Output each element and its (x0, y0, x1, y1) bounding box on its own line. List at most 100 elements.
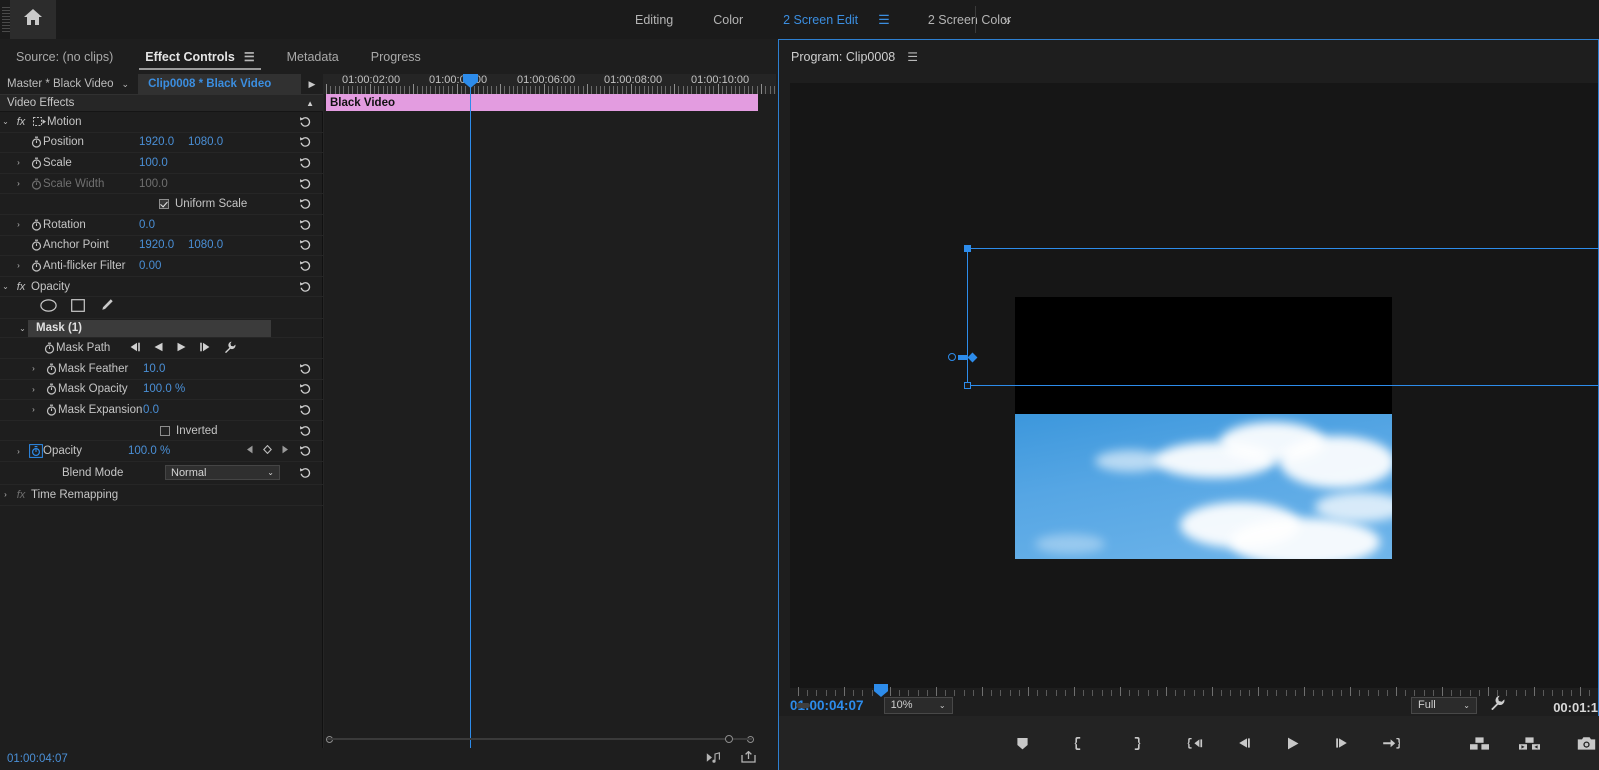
anchor-diamond-icon[interactable] (967, 352, 978, 362)
mark-in-button[interactable] (1064, 728, 1094, 758)
twirl-icon[interactable]: › (13, 158, 24, 167)
row-anchor-point[interactable]: Anchor Point 1920.0 1080.0 (0, 236, 323, 257)
scale-width-value[interactable]: 100.0 (139, 178, 168, 190)
panel-menu-icon[interactable]: ☰ (907, 50, 918, 64)
zoom-bar-handle[interactable] (796, 703, 810, 708)
previous-keyframe-icon[interactable] (246, 445, 254, 457)
reset-button[interactable] (299, 116, 312, 127)
reset-button[interactable] (299, 281, 312, 292)
pen-mask-icon[interactable] (99, 298, 114, 318)
add-keyframe-icon[interactable] (263, 444, 272, 457)
row-mask-opacity[interactable]: › Mask Opacity 100.0 % (0, 380, 323, 401)
row-mask-expansion[interactable]: › Mask Expansion 0.0 (0, 400, 323, 421)
track-backward-icon[interactable] (153, 342, 164, 355)
row-scale-width[interactable]: › Scale Width 100.0 (0, 174, 323, 195)
twirl-icon[interactable]: › (28, 364, 39, 373)
reset-button[interactable] (299, 178, 312, 189)
reset-button[interactable] (299, 363, 312, 374)
reset-button[interactable] (299, 384, 312, 395)
twirl-icon[interactable]: › (0, 490, 11, 499)
export-frame-button[interactable] (1571, 728, 1599, 758)
export-frame-icon[interactable] (741, 750, 756, 768)
collapse-caret-icon[interactable]: ▲ (306, 99, 314, 108)
video-effects-header[interactable]: Video Effects ▲ (0, 94, 323, 112)
row-uniform-scale[interactable]: Uniform Scale (0, 194, 323, 215)
reset-button[interactable] (299, 446, 312, 457)
twirl-icon[interactable]: › (13, 261, 24, 270)
footer-timecode[interactable]: 01:00:04:07 (0, 753, 68, 765)
mask-feather-value[interactable]: 10.0 (143, 363, 165, 375)
horizontal-scrollbar[interactable] (327, 735, 752, 744)
workspace-tab-2-screen-edit[interactable]: 2 Screen Edit (763, 0, 878, 39)
blend-mode-select[interactable]: Normal ⌄ (165, 465, 280, 481)
row-mask-feather[interactable]: › Mask Feather 10.0 (0, 359, 323, 380)
mask-label[interactable]: Mask (1) (28, 319, 271, 337)
row-position[interactable]: Position 1920.0 1080.0 (0, 133, 323, 154)
twirl-icon[interactable]: › (13, 447, 24, 456)
panel-menu-icon[interactable]: ☰ (244, 50, 255, 64)
twirl-icon[interactable]: ⌄ (0, 117, 11, 126)
add-marker-button[interactable] (1007, 728, 1037, 758)
workspace-menu-icon[interactable]: ☰ (878, 0, 908, 39)
anchor-circle-icon[interactable] (948, 353, 956, 361)
row-mask-path[interactable]: Mask Path (0, 338, 323, 359)
row-anti-flicker-filter[interactable]: › Anti-flicker Filter 0.00 (0, 256, 323, 277)
stopwatch-icon[interactable] (44, 404, 58, 416)
scrollbar-knob[interactable] (725, 735, 733, 743)
workspace-overflow-button[interactable]: » (997, 0, 1017, 39)
mask-handle-bottom-left[interactable] (964, 382, 971, 389)
stopwatch-icon[interactable] (29, 136, 43, 148)
scale-value[interactable]: 100.0 (139, 157, 168, 169)
rotation-value[interactable]: 0.0 (139, 219, 155, 231)
master-clip-label[interactable]: Master * Black Video (0, 78, 114, 90)
position-y-value[interactable]: 1080.0 (188, 136, 223, 148)
selected-clip-label[interactable]: Clip0008 * Black Video (138, 74, 301, 94)
row-inverted[interactable]: Inverted (0, 421, 323, 442)
stopwatch-icon[interactable] (44, 363, 58, 375)
mask-opacity-value[interactable]: 100.0 % (143, 383, 185, 395)
step-back-button[interactable] (1229, 728, 1259, 758)
tab-program-monitor[interactable]: Program: Clip0008 ☰ (779, 50, 918, 64)
mask-selection-box[interactable] (964, 245, 1599, 389)
row-opacity-group[interactable]: ⌄ fx Opacity (0, 277, 323, 298)
go-to-in-button[interactable] (1180, 728, 1210, 758)
program-scrubber[interactable] (790, 684, 1599, 702)
stopwatch-icon[interactable] (29, 157, 43, 169)
track-forward-icon[interactable] (176, 342, 187, 355)
reset-button[interactable] (299, 219, 312, 230)
ellipse-mask-icon[interactable] (40, 299, 57, 317)
row-blend-mode[interactable]: Blend Mode Normal ⌄ (0, 462, 323, 485)
play-stop-button[interactable] (1278, 728, 1308, 758)
workspace-tab-editing[interactable]: Editing (615, 0, 693, 39)
reset-button[interactable] (299, 240, 312, 251)
opacity-value[interactable]: 100.0 % (128, 445, 170, 457)
mask-expansion-value[interactable]: 0.0 (143, 404, 159, 416)
track-previous-frame-icon[interactable] (128, 342, 141, 355)
step-forward-button[interactable] (1327, 728, 1357, 758)
mask-tracking-settings-icon[interactable] (224, 341, 236, 356)
reset-button[interactable] (299, 404, 312, 415)
mask-header[interactable]: ⌄ Mask (1) (0, 319, 323, 339)
playhead[interactable] (463, 74, 478, 756)
stopwatch-icon[interactable] (42, 342, 56, 354)
lift-button[interactable] (1464, 728, 1494, 758)
reset-button[interactable] (299, 157, 312, 168)
play-audio-icon[interactable] (706, 750, 721, 768)
chevron-right-icon[interactable]: ▶ (301, 79, 323, 90)
row-scale[interactable]: › Scale 100.0 (0, 153, 323, 174)
mask-anchor-control[interactable] (948, 352, 978, 362)
row-motion[interactable]: ⌄ fx Motion (0, 112, 323, 133)
anchor-bar-icon[interactable] (958, 354, 967, 360)
row-rotation[interactable]: › Rotation 0.0 (0, 215, 323, 236)
twirl-icon[interactable]: ⌄ (0, 282, 11, 291)
twirl-icon[interactable]: › (28, 405, 39, 414)
position-x-value[interactable]: 1920.0 (139, 136, 188, 148)
stopwatch-icon[interactable] (29, 239, 43, 251)
twirl-icon[interactable]: ⌄ (17, 324, 28, 333)
uniform-scale-checkbox[interactable] (159, 199, 169, 210)
reset-button[interactable] (299, 467, 312, 478)
track-next-frame-icon[interactable] (199, 342, 212, 355)
rectangle-mask-icon[interactable] (71, 298, 85, 317)
stopwatch-icon[interactable] (29, 219, 43, 231)
anchor-y-value[interactable]: 1080.0 (188, 239, 223, 251)
